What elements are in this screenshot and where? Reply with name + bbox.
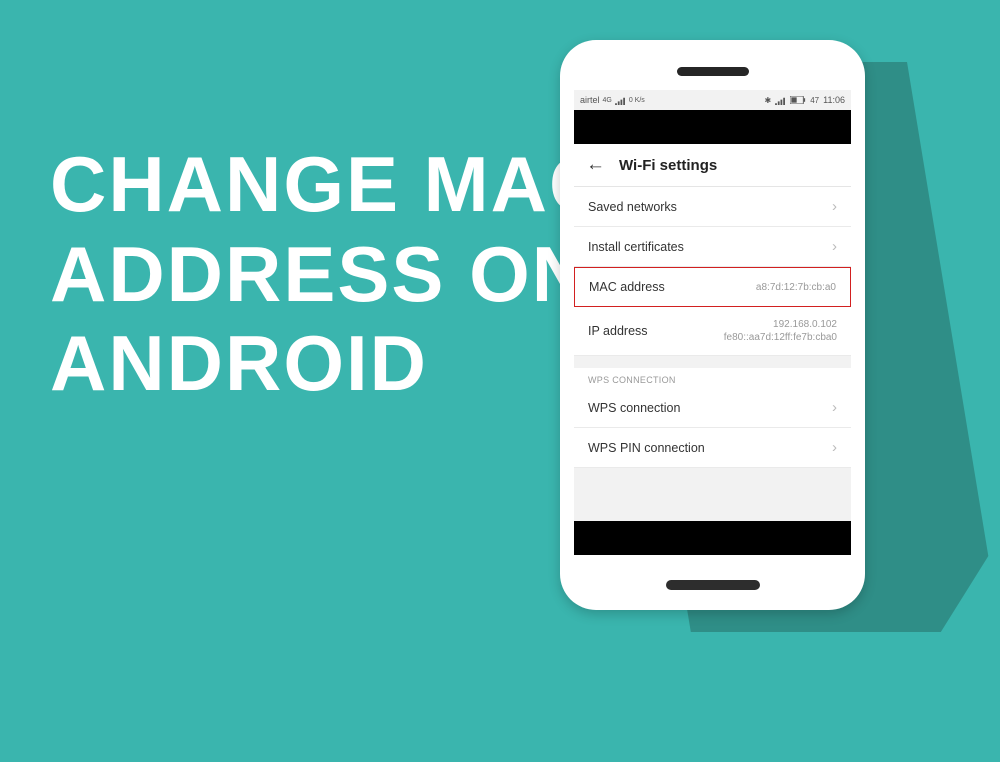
section-spacer	[574, 356, 851, 368]
speed-label: 0 K/s	[629, 97, 645, 104]
net-label: 4G	[603, 97, 612, 104]
battery-icon	[790, 96, 806, 104]
page-title: Wi-Fi settings	[619, 157, 717, 174]
headline-line-1: CHANGE MAC	[50, 140, 607, 230]
chevron-right-icon: ›	[832, 439, 837, 456]
chevron-right-icon: ›	[832, 399, 837, 416]
carrier-label: airtel	[580, 95, 600, 105]
chevron-right-icon: ›	[832, 198, 837, 215]
home-button[interactable]	[666, 580, 760, 590]
top-black-bar	[574, 110, 851, 144]
battery-label: 47	[810, 96, 819, 105]
install-certs-label: Install certificates	[588, 240, 684, 254]
time-label: 11:06	[823, 95, 845, 105]
phone-screen: airtel 4G 0 K/s ✱ 47 11:06 ← Wi-Fi setti…	[574, 90, 851, 555]
mac-address-row[interactable]: MAC address a8:7d:12:7b:cb:a0	[574, 267, 851, 307]
wps-section-header: WPS CONNECTION	[574, 368, 851, 388]
signal-icon	[615, 96, 626, 105]
saved-networks-label: Saved networks	[588, 200, 677, 214]
ip-address-label: IP address	[588, 324, 648, 338]
ip-value-1: 192.168.0.102	[724, 318, 837, 331]
headline: CHANGE MAC ADDRESS ON ANDROID	[50, 140, 607, 409]
saved-networks-row[interactable]: Saved networks ›	[574, 187, 851, 227]
status-left: airtel 4G 0 K/s	[580, 95, 645, 105]
phone-frame: airtel 4G 0 K/s ✱ 47 11:06 ← Wi-Fi setti…	[560, 40, 865, 610]
headline-line-2: ADDRESS ON	[50, 230, 607, 320]
ip-address-row[interactable]: IP address 192.168.0.102 fe80::aa7d:12ff…	[574, 307, 851, 356]
wps-pin-connection-row[interactable]: WPS PIN connection ›	[574, 428, 851, 468]
bottom-black-bar	[574, 521, 851, 555]
chevron-right-icon: ›	[832, 238, 837, 255]
ip-value-2: fe80::aa7d:12ff:fe7b:cba0	[724, 331, 837, 344]
mac-address-label: MAC address	[589, 280, 665, 294]
phone-speaker	[677, 67, 749, 76]
bluetooth-icon: ✱	[765, 96, 772, 105]
back-arrow-icon[interactable]: ←	[586, 154, 605, 176]
wps-connection-label: WPS connection	[588, 401, 680, 415]
install-certificates-row[interactable]: Install certificates ›	[574, 227, 851, 267]
signal-icon-2	[775, 96, 786, 105]
status-bar: airtel 4G 0 K/s ✱ 47 11:06	[574, 90, 851, 110]
settings-header: ← Wi-Fi settings	[574, 144, 851, 187]
wps-connection-row[interactable]: WPS connection ›	[574, 388, 851, 428]
ip-address-value: 192.168.0.102 fe80::aa7d:12ff:fe7b:cba0	[724, 318, 837, 344]
wps-pin-label: WPS PIN connection	[588, 441, 705, 455]
mac-address-value: a8:7d:12:7b:cb:a0	[756, 281, 836, 294]
status-right: ✱ 47 11:06	[765, 95, 845, 105]
headline-line-3: ANDROID	[50, 319, 607, 409]
